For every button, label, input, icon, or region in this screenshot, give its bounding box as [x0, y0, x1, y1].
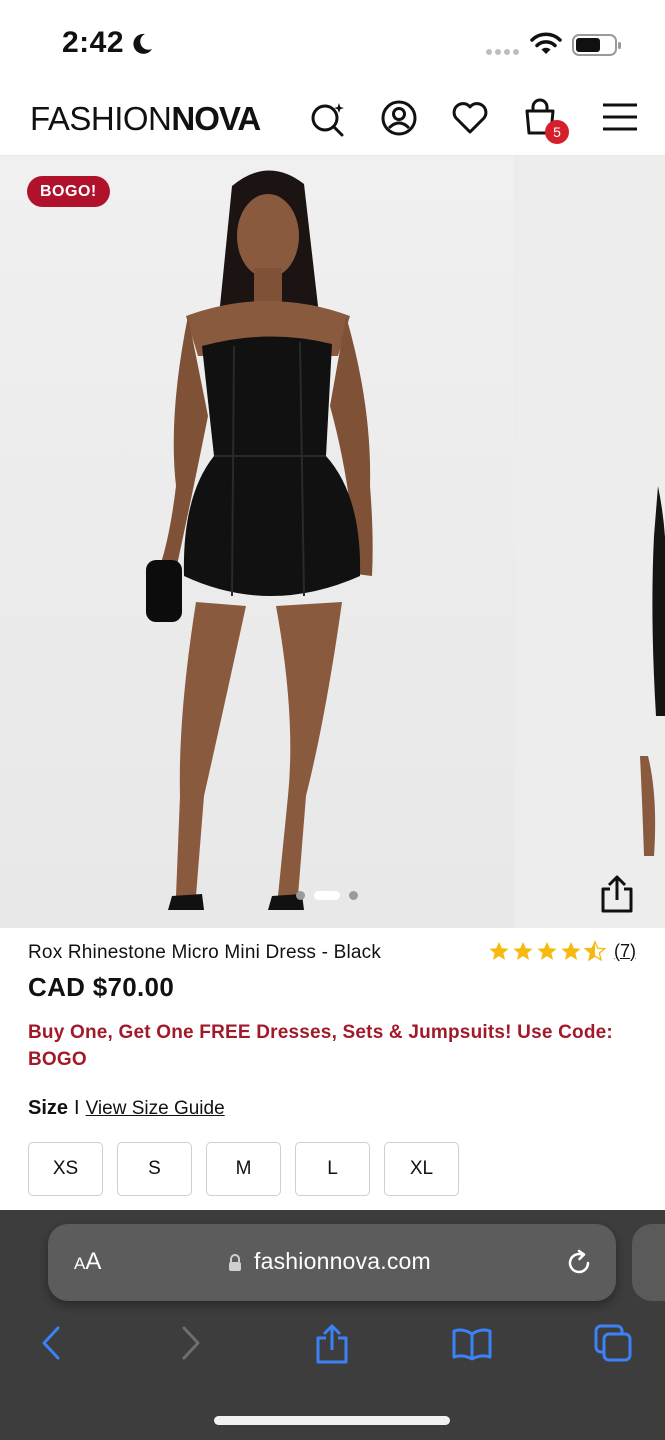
- site-header: FASHIONNOVA: [0, 88, 665, 156]
- size-option-xs[interactable]: XS: [28, 1142, 103, 1196]
- size-header: Size I View Size Guide: [28, 1097, 225, 1120]
- next-product-image-peek[interactable]: [518, 156, 665, 928]
- wifi-icon: [530, 32, 562, 54]
- carousel-pagination[interactable]: [296, 890, 358, 900]
- carousel-dot[interactable]: [349, 890, 358, 900]
- size-option-l[interactable]: L: [295, 1142, 370, 1196]
- cart-count-badge: 5: [545, 120, 569, 144]
- reload-icon[interactable]: [564, 1248, 594, 1278]
- size-separator: I: [74, 1097, 80, 1119]
- carousel-dot-active[interactable]: [314, 890, 340, 900]
- share-icon[interactable]: [597, 874, 637, 914]
- next-tab-peek[interactable]: [632, 1224, 665, 1301]
- logo-bold-text: NOVA: [171, 100, 261, 137]
- tabs-icon[interactable]: [592, 1322, 634, 1364]
- battery-icon: [572, 34, 621, 56]
- logo-thin-text: FASHION: [30, 100, 172, 137]
- status-bar: 2:42: [0, 0, 665, 88]
- size-selector: XS S M L XL: [28, 1142, 459, 1196]
- safari-toolbar: AA fashionnova.com: [0, 1210, 665, 1440]
- star-icon-full: [561, 941, 581, 960]
- product-rating[interactable]: (7): [488, 940, 636, 962]
- next-slide-image: [640, 486, 665, 856]
- size-option-xl[interactable]: XL: [384, 1142, 459, 1196]
- text-size-small: A: [74, 1254, 86, 1273]
- forward-icon[interactable]: [170, 1322, 212, 1364]
- address-bar[interactable]: AA fashionnova.com: [48, 1224, 616, 1301]
- product-image-slide[interactable]: BOGO!: [0, 156, 514, 928]
- size-label: Size: [28, 1097, 69, 1119]
- url-text: fashionnova.com: [254, 1248, 431, 1274]
- star-icon-full: [537, 941, 557, 960]
- text-size-button[interactable]: AA: [74, 1248, 101, 1276]
- product-model-image: [146, 170, 373, 910]
- moon-icon: [133, 33, 152, 54]
- promo-message: Buy One, Get One FREE Dresses, Sets & Ju…: [28, 1022, 613, 1070]
- review-count-link[interactable]: (7): [614, 941, 636, 962]
- cellular-signal-icon: [486, 49, 519, 55]
- carousel-dot[interactable]: [296, 890, 305, 900]
- account-icon[interactable]: [379, 98, 419, 138]
- star-icon-full: [489, 941, 509, 960]
- size-option-m[interactable]: M: [206, 1142, 281, 1196]
- fashionnova-logo[interactable]: FASHIONNOVA: [30, 100, 261, 138]
- share-icon[interactable]: [311, 1322, 353, 1364]
- bookmarks-icon[interactable]: [451, 1322, 493, 1364]
- lock-icon: [229, 1254, 241, 1271]
- view-size-guide-link[interactable]: View Size Guide: [86, 1098, 225, 1119]
- status-time: 2:42: [62, 26, 125, 59]
- star-icon-full: [513, 941, 533, 960]
- product-price: CAD $70.00: [28, 972, 175, 1002]
- star-icon-half: [584, 940, 606, 962]
- product-title: Rox Rhinestone Micro Mini Dress - Black: [28, 942, 382, 963]
- bogo-badge: BOGO!: [27, 176, 110, 207]
- size-option-s[interactable]: S: [117, 1142, 192, 1196]
- heart-icon[interactable]: [450, 98, 490, 138]
- text-size-big: A: [85, 1248, 102, 1275]
- hamburger-menu-icon[interactable]: [600, 98, 640, 138]
- back-icon[interactable]: [30, 1322, 72, 1364]
- ai-search-icon[interactable]: [308, 98, 348, 138]
- product-image-gallery[interactable]: BOGO!: [0, 156, 665, 928]
- home-indicator: [214, 1416, 450, 1425]
